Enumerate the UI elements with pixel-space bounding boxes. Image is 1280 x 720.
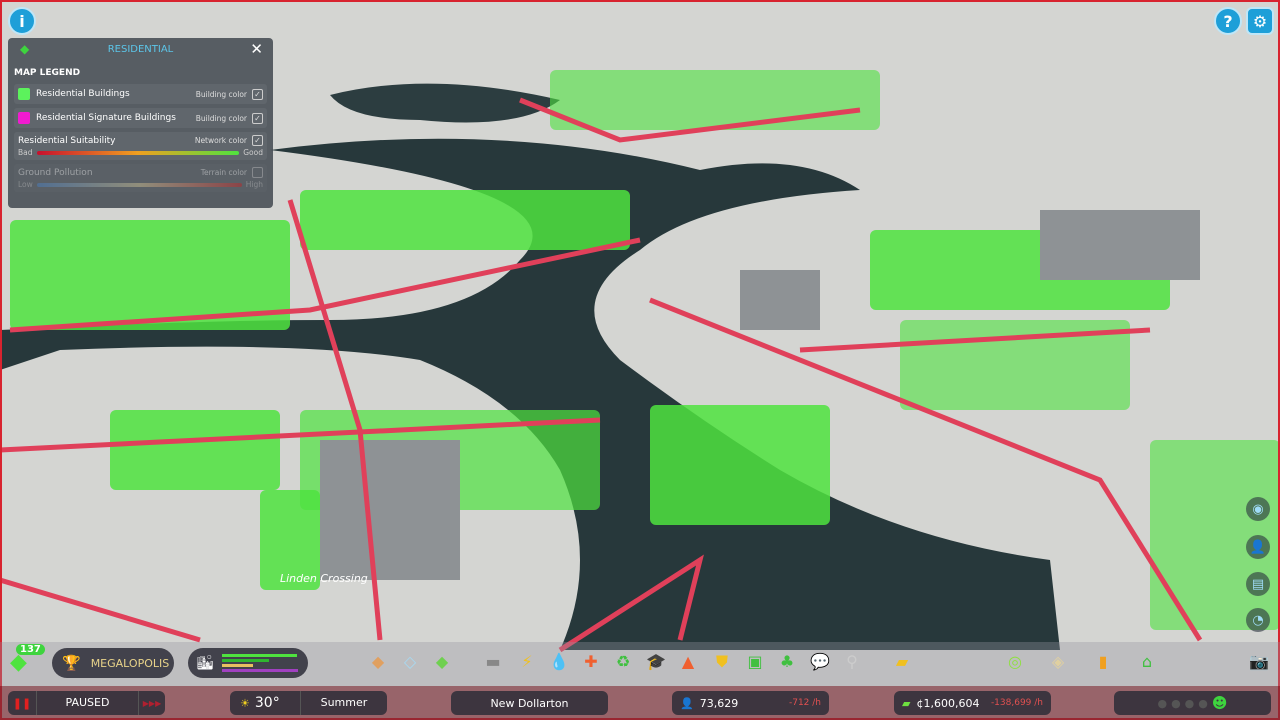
shovel-icon[interactable]: ⚲ — [841, 652, 863, 671]
money-panel[interactable]: ▰ ¢1,600,604 -138,699 /h — [894, 691, 1051, 715]
chirper-icon[interactable]: ◉ — [1246, 497, 1270, 521]
residential-zone-icon: ◆ — [20, 42, 30, 56]
happiness-icon: ● — [1157, 696, 1168, 710]
money-value: ¢1,600,604 — [916, 696, 980, 710]
city-buildings-icon: 🏙 — [196, 655, 214, 671]
parks-icon[interactable]: ♣ — [776, 652, 798, 671]
checkbox[interactable]: ✓ — [252, 112, 263, 124]
health-icon[interactable]: ✚ — [580, 652, 602, 671]
roads-icon[interactable]: ▬ — [482, 652, 504, 671]
suitability-gradient — [36, 150, 240, 155]
legend-item-label: Residential Suitability — [18, 135, 116, 146]
legend-item-label: Residential Signature Buildings — [36, 113, 176, 123]
happiness-icon: ● — [1171, 696, 1181, 710]
water-icon[interactable]: 💧 — [548, 652, 570, 671]
color-swatch — [18, 112, 30, 124]
population-icon: 👤 — [680, 696, 694, 710]
district-label: Linden Crossing — [280, 572, 368, 585]
legend-suitability: Residential Suitability Network color ✓ B… — [14, 132, 267, 160]
progression-icon[interactable]: ⌂ — [1136, 652, 1158, 671]
notes-icon[interactable]: ▤ — [1246, 572, 1270, 596]
electricity-icon[interactable]: ⚡ — [516, 652, 538, 671]
scale-low-label: Bad — [18, 148, 33, 157]
legend-mode-label: Building color — [195, 113, 247, 123]
legend-heading: MAP LEGEND — [14, 68, 81, 78]
legend-item-label: Residential Buildings — [36, 89, 130, 99]
radio-icon[interactable]: ◔ — [1246, 608, 1270, 632]
happiness-panel[interactable]: ● ● ● ● ☻ — [1114, 691, 1271, 715]
trophy-icon: 🏆 — [62, 654, 81, 672]
money-icon: ▰ — [902, 696, 911, 710]
temperature: 30° — [254, 695, 280, 711]
weather-panel[interactable]: ☀ 30° Summer — [230, 691, 387, 715]
statistics-icon[interactable]: ▮ — [1092, 652, 1114, 671]
bulldozer-icon[interactable]: ▰ — [891, 652, 913, 671]
happiness-icon: ● — [1198, 696, 1208, 710]
scale-high-label: Good — [243, 148, 263, 157]
legend-mode-label: Terrain color — [200, 168, 247, 177]
level-badge: 137 — [16, 644, 45, 655]
legend-item-label: Ground Pollution — [18, 167, 93, 178]
milestone-label: MEGALOPOLIS — [90, 656, 170, 670]
legend-item-residential-buildings: Residential Buildings Building color ✓ — [14, 84, 267, 104]
education-icon[interactable]: 🎓 — [645, 652, 667, 671]
landscaping-icon[interactable]: ◆ — [431, 652, 453, 671]
checkbox[interactable]: ✓ — [252, 88, 263, 100]
checkbox[interactable] — [252, 167, 263, 178]
status-bar — [0, 686, 1280, 720]
pollution-gradient — [36, 182, 242, 187]
legend-mode-label: Building color — [195, 89, 247, 99]
season: Summer — [299, 691, 387, 715]
info-icon[interactable]: i — [8, 7, 36, 35]
garbage-icon[interactable]: ♻ — [612, 652, 634, 671]
citizen-icon[interactable]: 👤 — [1246, 535, 1270, 559]
scale-low-label: Low — [18, 180, 33, 189]
zoning-icon[interactable]: ◆ — [367, 652, 389, 671]
speed-icon[interactable]: ▶▶▶ — [139, 699, 165, 708]
settings-gear-icon[interactable]: ⚙ — [1246, 7, 1274, 35]
transport-icon[interactable]: ▣ — [744, 652, 766, 671]
happiness-icon: ● — [1184, 696, 1195, 710]
help-icon[interactable]: ? — [1214, 7, 1242, 35]
demand-button[interactable]: 🏙 — [188, 648, 308, 678]
area-icon[interactable]: ◇ — [399, 652, 421, 671]
simulation-controls: ❚❚ PAUSED ▶▶▶ — [8, 691, 165, 715]
population-rate: -712 /h — [788, 698, 821, 708]
milestone-button[interactable]: 🏆 MEGALOPOLIS — [52, 648, 174, 678]
scale-high-label: High — [245, 180, 263, 189]
sim-status-label: PAUSED — [36, 691, 139, 715]
color-swatch — [18, 88, 30, 100]
infoviews-icon[interactable]: ◎ — [1004, 652, 1026, 671]
city-name[interactable]: New Dollarton — [451, 691, 608, 715]
pause-icon[interactable]: ❚❚ — [8, 697, 36, 710]
population-panel[interactable]: 👤 73,629 -712 /h — [672, 691, 829, 715]
legend-mode-label: Network color — [194, 136, 247, 145]
police-icon[interactable]: ⛊ — [711, 652, 733, 672]
zone-demand-bars — [221, 654, 300, 672]
checkbox[interactable]: ✓ — [252, 135, 263, 146]
legend-ground-pollution: Ground Pollution Terrain color Low High — [14, 164, 267, 192]
fire-icon[interactable]: ▲ — [677, 652, 699, 671]
communications-icon[interactable]: 💬 — [809, 652, 831, 671]
map-icon[interactable]: ◈ — [1047, 652, 1069, 671]
population-value: 73,629 — [699, 696, 739, 710]
map-legend-panel: ◆ RESIDENTIAL ✕ MAP LEGEND Residential B… — [8, 38, 273, 208]
sun-icon: ☀ — [240, 696, 250, 710]
happy-face-icon: ☻ — [1211, 694, 1228, 712]
legend-item-signature-buildings: Residential Signature Buildings Building… — [14, 108, 267, 128]
camera-icon[interactable]: 📷 — [1248, 652, 1270, 671]
money-rate: -138,699 /h — [990, 698, 1043, 708]
legend-title: RESIDENTIAL — [107, 43, 174, 55]
close-icon[interactable]: ✕ — [250, 40, 263, 58]
